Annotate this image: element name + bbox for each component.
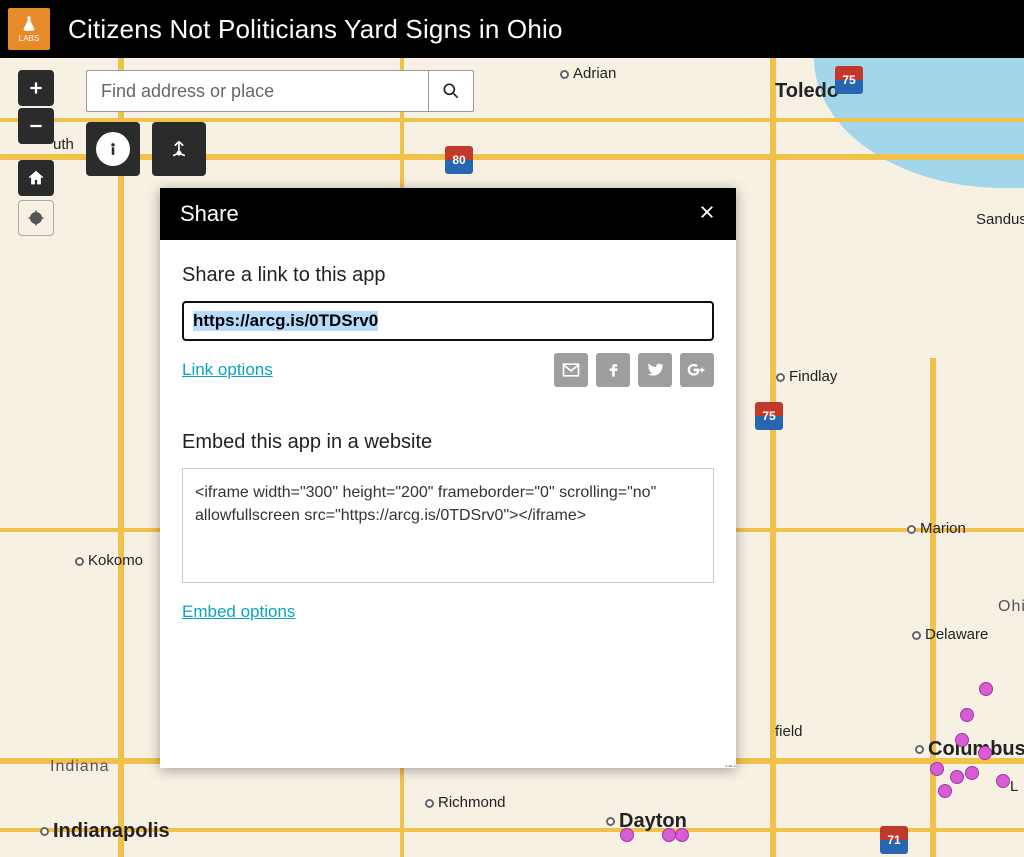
yard-sign-marker[interactable] xyxy=(662,828,676,842)
state-label: Indiana xyxy=(50,758,110,776)
twitter-icon xyxy=(645,360,665,380)
city-label: Marion xyxy=(907,520,966,537)
facebook-icon xyxy=(603,360,623,380)
home-button[interactable] xyxy=(18,160,54,196)
email-icon xyxy=(561,360,581,380)
close-icon xyxy=(698,203,716,221)
embed-heading: Embed this app in a website xyxy=(182,431,714,454)
yard-sign-marker[interactable] xyxy=(620,828,634,842)
city-label: Richmond xyxy=(425,794,506,811)
city-label: Indianapolis xyxy=(40,820,170,843)
share-email-button[interactable] xyxy=(554,353,588,387)
city-label: Dayton xyxy=(606,810,687,833)
city-label: Kokomo xyxy=(75,552,143,569)
city-label: Findlay xyxy=(776,368,837,385)
search-button[interactable] xyxy=(428,70,474,112)
city-label: L xyxy=(1010,778,1018,795)
embed-code-box[interactable] xyxy=(182,468,714,583)
share-icon xyxy=(169,139,189,159)
city-label: Sandusky xyxy=(976,211,1024,228)
yard-sign-marker[interactable] xyxy=(938,784,952,798)
share-url-input[interactable] xyxy=(182,301,714,341)
yard-sign-marker[interactable] xyxy=(965,766,979,780)
yard-sign-marker[interactable] xyxy=(955,733,969,747)
highway-shield: 71 xyxy=(880,826,908,854)
share-facebook-button[interactable] xyxy=(596,353,630,387)
road xyxy=(930,358,936,857)
info-button[interactable] xyxy=(86,122,140,176)
zoom-out-button[interactable] xyxy=(18,108,54,144)
share-googleplus-button[interactable] xyxy=(680,353,714,387)
app-header: LABS Citizens Not Politicians Yard Signs… xyxy=(0,0,1024,58)
share-dialog: Share Share a link to this app Link opti… xyxy=(160,188,736,768)
yard-sign-marker[interactable] xyxy=(950,770,964,784)
link-options-link[interactable]: Link options xyxy=(182,360,273,380)
city-label: Adrian xyxy=(560,65,616,82)
city-label: uth xyxy=(53,136,74,153)
city-label: Columbus xyxy=(915,738,1024,761)
city-label: field xyxy=(775,723,803,740)
labs-logo: LABS xyxy=(8,8,50,50)
yard-sign-marker[interactable] xyxy=(978,746,992,760)
yard-sign-marker[interactable] xyxy=(979,682,993,696)
highway-shield: 80 xyxy=(445,146,473,174)
locate-button[interactable] xyxy=(18,200,54,236)
search-input[interactable] xyxy=(86,70,428,112)
embed-options-link[interactable]: Embed options xyxy=(182,602,295,621)
share-twitter-button[interactable] xyxy=(638,353,672,387)
social-share-row xyxy=(554,353,714,387)
zoom-in-button[interactable] xyxy=(18,70,54,106)
share-link-heading: Share a link to this app xyxy=(182,264,714,287)
road xyxy=(118,58,124,857)
search-box xyxy=(86,70,474,112)
dialog-title: Share xyxy=(180,201,239,227)
yard-sign-marker[interactable] xyxy=(996,774,1010,788)
logo-text: LABS xyxy=(19,35,39,43)
page-title: Citizens Not Politicians Yard Signs in O… xyxy=(68,14,563,45)
state-label: Ohio xyxy=(998,598,1024,616)
highway-shield: 75 xyxy=(835,66,863,94)
yard-sign-marker[interactable] xyxy=(930,762,944,776)
close-button[interactable] xyxy=(698,201,716,227)
highway-shield: 75 xyxy=(755,402,783,430)
search-icon xyxy=(441,81,461,101)
dialog-header: Share xyxy=(160,188,736,240)
yard-sign-marker[interactable] xyxy=(675,828,689,842)
yard-sign-marker[interactable] xyxy=(960,708,974,722)
city-label: Toledo xyxy=(775,80,839,103)
googleplus-icon xyxy=(687,360,707,380)
city-label: Delaware xyxy=(912,626,988,643)
info-icon xyxy=(103,139,123,159)
resize-grip-icon[interactable]: ⣀⣀ xyxy=(724,755,734,768)
share-button[interactable] xyxy=(152,122,206,176)
